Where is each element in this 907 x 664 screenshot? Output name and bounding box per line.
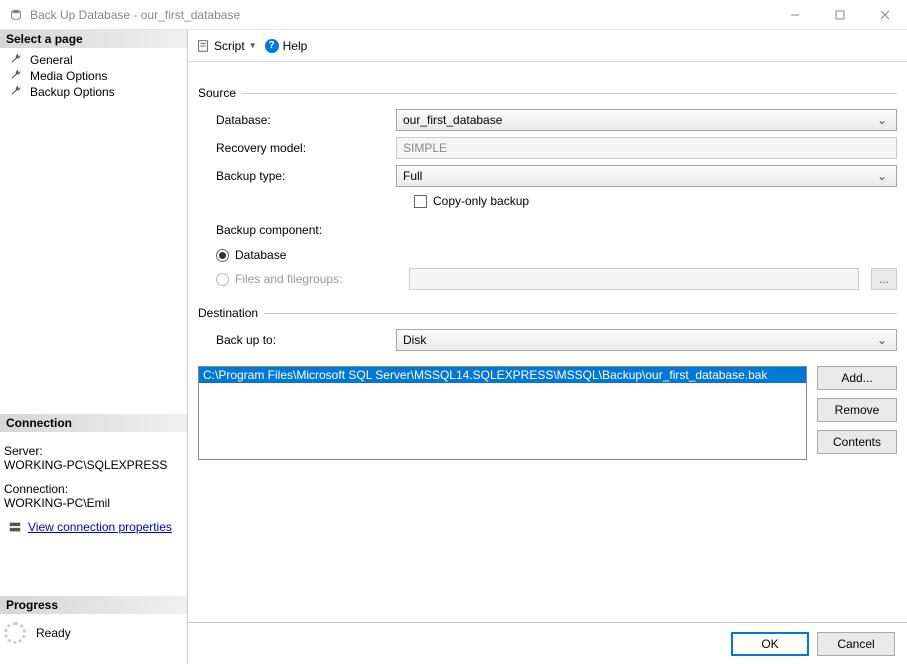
chevron-down-icon: ⌄ bbox=[874, 333, 890, 347]
radio-files bbox=[216, 273, 229, 286]
window-controls bbox=[772, 0, 907, 30]
radio-database-label: Database bbox=[235, 248, 286, 262]
database-value: our_first_database bbox=[403, 113, 874, 127]
form-area: Source Database: our_first_database ⌄ Re… bbox=[188, 62, 907, 622]
destination-list-item[interactable]: C:\Program Files\Microsoft SQL Server\MS… bbox=[199, 367, 806, 383]
connection-header: Connection bbox=[0, 414, 187, 432]
cancel-button[interactable]: Cancel bbox=[817, 632, 895, 656]
backup-to-value: Disk bbox=[403, 333, 874, 347]
backup-to-combo[interactable]: Disk ⌄ bbox=[396, 329, 897, 351]
files-filegroups-input bbox=[409, 268, 859, 290]
files-browse-button: ... bbox=[871, 268, 897, 290]
page-backup-options[interactable]: Backup Options bbox=[0, 84, 187, 100]
connection-label: Connection: bbox=[4, 482, 183, 496]
window-title: Back Up Database - our_first_database bbox=[30, 8, 772, 22]
add-button[interactable]: Add... bbox=[817, 366, 897, 390]
recovery-model-label: Recovery model: bbox=[216, 141, 396, 155]
close-button[interactable] bbox=[862, 0, 907, 30]
backup-component-label: Backup component: bbox=[216, 223, 396, 237]
titlebar: Back Up Database - our_first_database bbox=[0, 0, 907, 30]
select-page-header: Select a page bbox=[0, 30, 187, 48]
minimize-button[interactable] bbox=[772, 0, 817, 30]
connection-section: Server: WORKING-PC\SQLEXPRESS Connection… bbox=[0, 432, 187, 546]
connection-properties-icon bbox=[8, 520, 22, 534]
page-general[interactable]: General bbox=[0, 52, 187, 68]
content-area: Script ▼ ? Help Source Database: our_fir… bbox=[188, 30, 907, 664]
page-label: Media Options bbox=[30, 69, 107, 83]
recovery-model-value: SIMPLE bbox=[396, 137, 897, 159]
contents-button[interactable]: Contents bbox=[817, 430, 897, 454]
destination-list[interactable]: C:\Program Files\Microsoft SQL Server\MS… bbox=[198, 366, 807, 460]
toolbar: Script ▼ ? Help bbox=[188, 30, 907, 62]
backup-type-value: Full bbox=[403, 169, 874, 183]
destination-fieldset: Destination bbox=[198, 306, 897, 320]
destination-label: Destination bbox=[198, 306, 264, 320]
server-value: WORKING-PC\SQLEXPRESS bbox=[4, 458, 183, 472]
wrench-icon bbox=[10, 85, 24, 99]
database-icon bbox=[8, 7, 24, 23]
progress-section: Ready bbox=[0, 614, 187, 664]
page-media-options[interactable]: Media Options bbox=[0, 68, 187, 84]
script-button[interactable]: Script ▼ bbox=[196, 39, 257, 53]
wrench-icon bbox=[10, 69, 24, 83]
help-button[interactable]: ? Help bbox=[265, 39, 308, 53]
source-fieldset: Source bbox=[198, 86, 897, 100]
remove-button[interactable]: Remove bbox=[817, 398, 897, 422]
maximize-button[interactable] bbox=[817, 0, 862, 30]
backup-to-label: Back up to: bbox=[216, 333, 396, 347]
help-icon: ? bbox=[265, 39, 279, 53]
database-label: Database: bbox=[216, 113, 396, 127]
divider bbox=[264, 313, 897, 314]
progress-status: Ready bbox=[36, 626, 71, 640]
view-connection-properties-link[interactable]: View connection properties bbox=[28, 520, 172, 534]
server-label: Server: bbox=[4, 444, 183, 458]
copy-only-label: Copy-only backup bbox=[433, 194, 529, 208]
page-label: General bbox=[30, 53, 73, 67]
backup-type-combo[interactable]: Full ⌄ bbox=[396, 165, 897, 187]
chevron-down-icon: ⌄ bbox=[874, 169, 890, 183]
script-icon bbox=[196, 39, 210, 53]
wrench-icon bbox=[10, 53, 24, 67]
dialog-button-bar: OK Cancel bbox=[188, 622, 907, 664]
copy-only-checkbox[interactable] bbox=[414, 195, 427, 208]
help-label: Help bbox=[283, 39, 308, 53]
backup-type-label: Backup type: bbox=[216, 169, 396, 183]
radio-database[interactable] bbox=[216, 249, 229, 262]
source-label: Source bbox=[198, 86, 242, 100]
divider bbox=[242, 93, 897, 94]
database-combo[interactable]: our_first_database ⌄ bbox=[396, 109, 897, 131]
page-label: Backup Options bbox=[30, 85, 115, 99]
sidebar: Select a page General Media Options Back… bbox=[0, 30, 188, 664]
connection-value: WORKING-PC\Emil bbox=[4, 496, 183, 510]
chevron-down-icon: ⌄ bbox=[874, 113, 890, 127]
page-list: General Media Options Backup Options bbox=[0, 48, 187, 110]
progress-spinner-icon bbox=[4, 622, 26, 644]
ok-button[interactable]: OK bbox=[731, 632, 809, 656]
script-label: Script bbox=[214, 39, 245, 53]
radio-files-label: Files and filegroups: bbox=[235, 272, 403, 286]
chevron-down-icon: ▼ bbox=[249, 41, 257, 50]
progress-header: Progress bbox=[0, 596, 187, 614]
